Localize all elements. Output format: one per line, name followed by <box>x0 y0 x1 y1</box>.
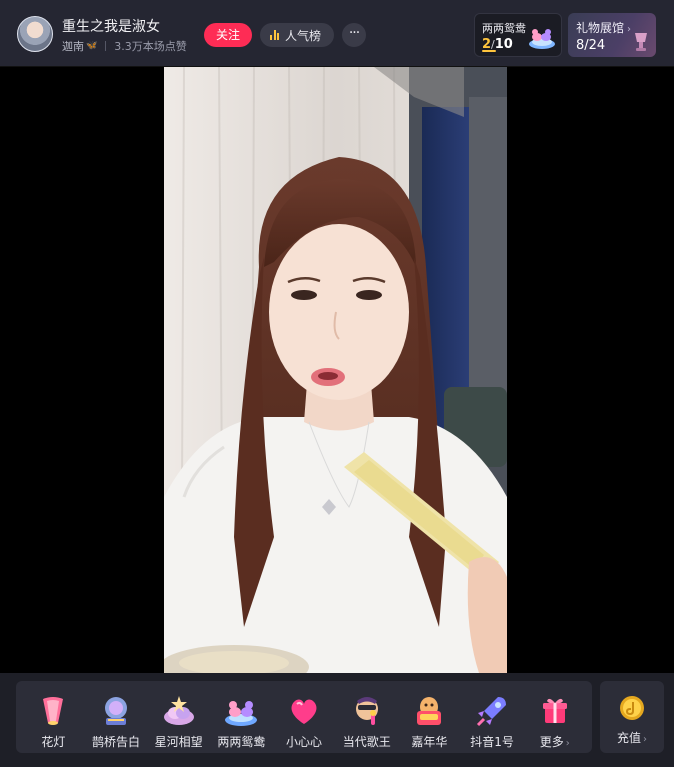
gift-label: 小心心 <box>286 735 323 749</box>
rank-label: 人气榜 <box>285 28 322 43</box>
coin-icon <box>620 696 644 720</box>
gift-label: 抖音1号 <box>470 735 514 749</box>
carnival-icon <box>417 697 442 725</box>
live-video-stream[interactable] <box>164 67 507 673</box>
video-area <box>0 67 674 673</box>
streamer-name[interactable]: 重生之我是淑女 <box>62 16 160 36</box>
chevron-right-icon: › <box>627 24 632 35</box>
gift-gallery-title: 礼物展馆 › <box>576 19 631 36</box>
gift-gallery-count: 8/24 <box>576 38 606 53</box>
gift-item-carnival[interactable]: 嘉年华 <box>398 681 461 753</box>
gift-item-singer-king[interactable]: 当代歌王 <box>335 681 398 753</box>
more-label: 更多 <box>539 735 564 749</box>
gift-item-lantern[interactable]: 花灯 <box>22 681 85 753</box>
gift-label: 鹊桥告白 <box>92 735 141 749</box>
gift-task-title: 两两鸳鸯 <box>482 22 526 35</box>
follow-button[interactable]: 关注 <box>204 23 252 47</box>
gift-box-icon <box>542 698 567 723</box>
gift-label: 花灯 <box>41 735 66 749</box>
gift-item-douyin-no1[interactable]: 抖音1号 <box>461 681 524 753</box>
likes-count: 3.3万本场点赞 <box>114 40 187 53</box>
gift-task-card[interactable]: 两两鸳鸯 2/10 <box>474 13 562 57</box>
popularity-rank-button[interactable]: 人气榜 <box>260 23 334 47</box>
singer-icon <box>355 697 378 725</box>
ducks-icon <box>225 701 258 726</box>
recharge-label-text: 充值 <box>616 731 641 745</box>
gift-label: 当代歌王 <box>342 735 391 749</box>
streamer-region: 迦南 <box>62 40 84 53</box>
recharge-button[interactable]: 充值 › <box>600 681 664 753</box>
live-header: 重生之我是淑女 迦南 🦋 3.3万本场点赞 关注 人气榜 ··· 两两鸳鸯 2/… <box>0 0 674 67</box>
trophy-icon <box>635 33 647 51</box>
heart-icon <box>291 699 317 724</box>
gift-item-more[interactable]: 更多 › <box>523 681 586 753</box>
gift-item-little-heart[interactable]: 小心心 <box>273 681 336 753</box>
gift-label: 星河相望 <box>154 735 203 749</box>
more-options-button[interactable]: ··· <box>342 23 366 47</box>
chevron-right-icon: › <box>643 734 647 745</box>
lantern-icon <box>43 697 64 725</box>
ducks-icon <box>529 29 555 49</box>
gift-item-star-river[interactable]: 星河相望 <box>147 681 210 753</box>
gift-gallery-title-text: 礼物展馆 <box>576 21 625 35</box>
streamer-avatar[interactable] <box>17 16 53 52</box>
streamer-subline: 迦南 🦋 3.3万本场点赞 <box>62 38 187 54</box>
gift-gallery-card[interactable]: 礼物展馆 › 8/24 <box>568 13 656 57</box>
star-river-icon <box>163 696 194 725</box>
gift-item-mandarin-ducks[interactable]: 两两鸳鸯 <box>210 681 273 753</box>
gift-label: 两两鸳鸯 <box>217 735 266 749</box>
gift-label: 更多 › <box>540 733 570 750</box>
gift-list: 花灯 鹊桥告白 星河相望 两两鸳鸯 小心心 当代歌王 嘉年华 抖音1号 更多 › <box>16 681 592 753</box>
butterfly-icon: 🦋 <box>86 41 98 51</box>
divider <box>105 41 107 51</box>
gift-bar: 花灯 鹊桥告白 星河相望 两两鸳鸯 小心心 当代歌王 嘉年华 抖音1号 更多 ›… <box>0 673 674 767</box>
chevron-right-icon: › <box>565 738 570 749</box>
gift-task-total: 10 <box>494 37 513 52</box>
bridge-globe-icon <box>105 697 127 725</box>
bar-chart-icon <box>270 30 279 40</box>
gift-task-progress-bar <box>482 50 496 52</box>
gift-item-magpie-bridge[interactable]: 鹊桥告白 <box>85 681 148 753</box>
rocket-icon <box>476 697 507 727</box>
recharge-label: 充值 › <box>617 729 647 746</box>
gift-label: 嘉年华 <box>411 735 448 749</box>
